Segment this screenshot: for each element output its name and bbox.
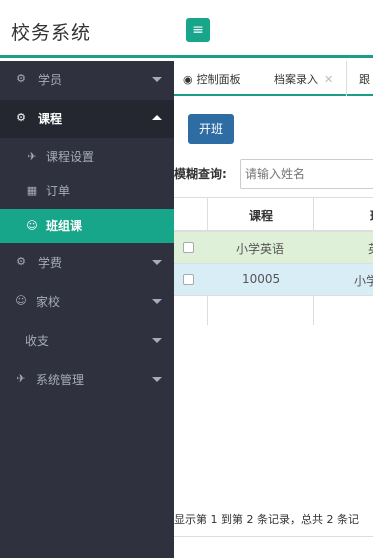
- dashboard-icon: ◉: [183, 73, 193, 86]
- sidebar-item-students[interactable]: ⚙ 学员: [0, 61, 174, 99]
- close-icon[interactable]: ✕: [324, 73, 333, 86]
- column-header-course[interactable]: 课程: [249, 207, 273, 224]
- cell-course: 10005: [242, 272, 281, 286]
- sidebar-item-orders[interactable]: ▦ 订单: [0, 174, 174, 208]
- top-bar: 校务系统 ≡: [0, 0, 373, 58]
- row-checkbox[interactable]: [183, 242, 194, 253]
- gears-icon: ⚙: [16, 111, 26, 124]
- pagination-info: 显示第 1 到第 2 条记录，总共 2 条记: [174, 513, 359, 526]
- caret-down-icon: [152, 377, 162, 382]
- sidebar-item-label: 课程: [38, 112, 63, 126]
- caret-down-icon: [152, 299, 162, 304]
- search-input[interactable]: [240, 159, 373, 189]
- cell-class: 英: [368, 240, 373, 257]
- sidebar-item-courses[interactable]: ⚙ 课程: [0, 100, 174, 138]
- sidebar-item-label: 系统管理: [36, 373, 85, 387]
- sidebar-item-label: 班组课: [46, 219, 83, 233]
- gears-icon: ⚙: [16, 255, 26, 268]
- divider: [174, 536, 373, 537]
- tab-divider: [346, 61, 347, 96]
- calendar-icon: ▦: [26, 184, 38, 197]
- search-label: 模糊查询:: [174, 167, 227, 181]
- hamburger-icon[interactable]: ≡: [186, 18, 210, 42]
- gears-icon: ⚙: [16, 72, 26, 85]
- caret-down-icon: [152, 338, 162, 343]
- sidebar-item-course-settings[interactable]: ✈ 课程设置: [0, 140, 174, 174]
- table-row[interactable]: 10005 小学: [174, 264, 373, 296]
- sidebar-item-label: 课程设置: [46, 150, 95, 164]
- tab-label: 档案录入: [274, 73, 318, 86]
- sidebar-item-income-expense[interactable]: 收支: [0, 322, 174, 360]
- sidebar-item-system-admin[interactable]: ✈ 系统管理: [0, 361, 174, 399]
- sidebar-item-label: 家校: [36, 295, 61, 309]
- sidebar-item-home-school[interactable]: ☺ 家校: [0, 283, 174, 321]
- open-class-button[interactable]: 开班: [188, 114, 234, 144]
- cell-class: 小学: [354, 274, 373, 288]
- cell-course: 小学英语: [236, 242, 285, 256]
- caret-down-icon: [152, 260, 162, 265]
- caret-down-icon: [152, 77, 162, 82]
- sidebar-item-label: 订单: [46, 184, 71, 198]
- main-content: ◉控制面板 档案录入 ✕ 跟 开班 模糊查询: 课程 班 小学英语 英 10005…: [174, 61, 373, 558]
- tab-dashboard[interactable]: ◉ 控制面板: [183, 71, 241, 87]
- smile-icon: ☺: [26, 219, 38, 232]
- tab-label: 控制面板: [196, 73, 241, 86]
- table-row[interactable]: 小学英语 英: [174, 232, 373, 264]
- sidebar-item-tuition[interactable]: ⚙ 学费: [0, 244, 174, 282]
- tab-bar: ◉ 控制面板 档案录入 ✕ 跟: [174, 61, 373, 96]
- table-header: 课程 班: [174, 197, 373, 232]
- caret-up-icon: [152, 115, 162, 120]
- sidebar-item-label: 学员: [38, 73, 63, 87]
- tab-record-entry[interactable]: 档案录入 ✕: [274, 71, 333, 87]
- sidebar-item-label: 收支: [25, 334, 50, 348]
- send-icon: ✈: [16, 372, 26, 385]
- sidebar-item-label: 学费: [38, 256, 63, 270]
- tab-follow[interactable]: 跟: [359, 71, 370, 87]
- sidebar: ⚙ 学员 ⚙ 课程 ✈ 课程设置 ▦ 订单 ☺ 班组课 ⚙ 学费 ☺ 家校 收支…: [0, 61, 174, 558]
- sidebar-item-class-group[interactable]: ☺ 班组课: [0, 209, 174, 243]
- row-checkbox[interactable]: [183, 274, 194, 285]
- app-title: 校务系统: [11, 22, 92, 44]
- send-icon: ✈: [27, 150, 37, 163]
- smile-icon: ☺: [15, 294, 27, 307]
- tab-label: 跟: [359, 73, 370, 86]
